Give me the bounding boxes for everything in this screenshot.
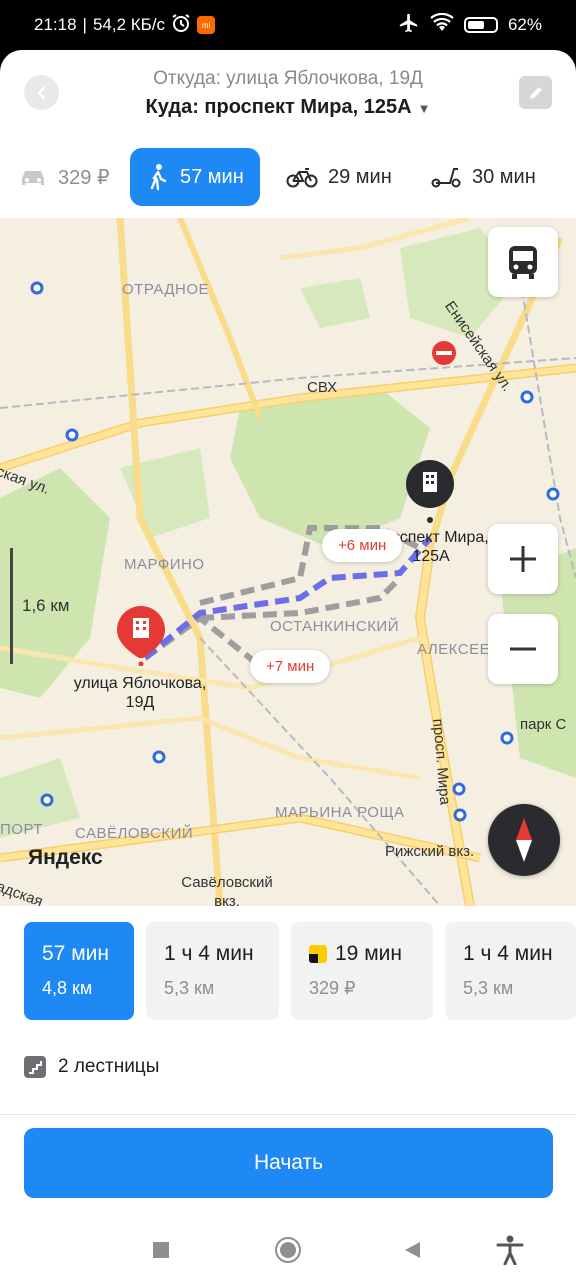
alt-route-time-chip[interactable]: +7 мин bbox=[250, 650, 331, 683]
map-label-district: САВЁЛОВСКИЙ bbox=[75, 825, 194, 842]
status-bar: 21:18 | 54,2 КБ/с mi 62% bbox=[0, 0, 576, 50]
recents-button[interactable] bbox=[143, 1232, 179, 1268]
map-label-district: ПОРТ bbox=[0, 821, 43, 838]
route-option-card[interactable]: 1 ч 4 мин 5,3 км bbox=[146, 922, 279, 1020]
zoom-out-button[interactable] bbox=[488, 614, 558, 684]
edit-route-button[interactable] bbox=[519, 76, 552, 109]
route-from[interactable]: Откуда: улица Яблочкова, 19Д bbox=[0, 68, 576, 90]
map-label-park: парк С bbox=[520, 716, 567, 733]
system-navbar bbox=[0, 1220, 576, 1280]
home-button[interactable] bbox=[270, 1232, 306, 1268]
route-option-card[interactable]: 57 мин 4,8 км bbox=[24, 922, 134, 1020]
transport-modes: 329 ₽ 57 мин 29 мин 30 мин bbox=[0, 148, 576, 206]
transit-layer-button[interactable] bbox=[488, 227, 558, 297]
map-label-district: ОТРАДНОЕ bbox=[122, 281, 209, 298]
bus-icon bbox=[509, 246, 537, 279]
destination-pin[interactable] bbox=[406, 460, 454, 529]
walk-icon bbox=[150, 164, 167, 191]
accessibility-button[interactable] bbox=[492, 1232, 528, 1268]
battery-percent: 62% bbox=[507, 15, 542, 34]
back-triangle-icon bbox=[405, 1242, 420, 1258]
origin-label: улица Яблочкова, 19Д bbox=[73, 675, 207, 711]
map-label-district: ОСТАНКИНСКИЙ bbox=[270, 618, 399, 635]
map-scale-bar bbox=[10, 548, 13, 664]
route-option-card[interactable]: 1 ч 4 мин 5,3 км bbox=[445, 922, 576, 1020]
map-label-station: Савёловский вкз. bbox=[181, 874, 273, 906]
map-view[interactable]: ОТРАДНОЕ СВХ Енисейская ул. ская ул. МАР… bbox=[0, 218, 576, 906]
yandex-taxi-icon bbox=[309, 945, 327, 963]
mode-walk[interactable]: 57 мин bbox=[130, 148, 260, 206]
minus-icon bbox=[510, 647, 536, 651]
car-icon bbox=[22, 171, 44, 185]
map-label-district: МАРФИНО bbox=[124, 556, 205, 573]
map-label-station: Рижский вкз. bbox=[385, 843, 475, 860]
alarm-icon bbox=[171, 13, 191, 38]
map-label-road: СВХ bbox=[307, 379, 338, 396]
mode-taxi[interactable]: 329 ₽ bbox=[18, 148, 110, 206]
back-nav-button[interactable] bbox=[394, 1232, 430, 1268]
pencil-icon bbox=[529, 86, 542, 99]
wifi-icon bbox=[430, 12, 454, 38]
compass-button[interactable] bbox=[488, 804, 560, 876]
battery-icon bbox=[463, 17, 498, 33]
mode-bicycle[interactable]: 29 мин bbox=[286, 148, 392, 206]
bicycle-icon bbox=[286, 168, 318, 188]
status-time: 21:18 bbox=[34, 15, 77, 34]
map-scale-label: 1,6 км bbox=[22, 596, 70, 615]
yandex-logo: Яндекс bbox=[28, 846, 103, 869]
home-circle-icon bbox=[275, 1237, 301, 1263]
zoom-in-button[interactable] bbox=[488, 524, 558, 594]
mode-scooter[interactable]: 30 мин bbox=[430, 148, 536, 206]
scooter-icon bbox=[431, 168, 461, 188]
network-speed: 54,2 КБ/с bbox=[92, 15, 166, 34]
chevron-down-icon: ▼ bbox=[417, 101, 431, 116]
start-button[interactable]: Начать bbox=[24, 1128, 553, 1198]
compass-icon bbox=[516, 818, 532, 862]
alt-route-time-chip[interactable]: +6 мин bbox=[322, 529, 403, 562]
divider bbox=[0, 1114, 576, 1115]
origin-pin[interactable] bbox=[117, 606, 165, 671]
airplane-icon bbox=[398, 12, 420, 39]
square-icon bbox=[153, 1242, 169, 1258]
accessibility-icon bbox=[496, 1235, 524, 1265]
stairs-icon bbox=[24, 1056, 46, 1078]
route-option-card-taxi[interactable]: 19 мин 329 ₽ bbox=[291, 922, 433, 1020]
map-label-district: МАРЬИНА РОЩА bbox=[275, 804, 405, 821]
route-header: Откуда: улица Яблочкова, 19Д Куда: просп… bbox=[0, 50, 576, 218]
stairs-info: 2 лестницы bbox=[24, 1056, 159, 1078]
plus-icon bbox=[510, 546, 536, 572]
mi-icon: mi bbox=[197, 16, 216, 34]
route-options-sheet: 57 мин 4,8 км 1 ч 4 мин 5,3 км 19 мин 32… bbox=[0, 906, 576, 1220]
route-to[interactable]: Куда: проспект Мира, 125А ▼ bbox=[0, 96, 576, 119]
